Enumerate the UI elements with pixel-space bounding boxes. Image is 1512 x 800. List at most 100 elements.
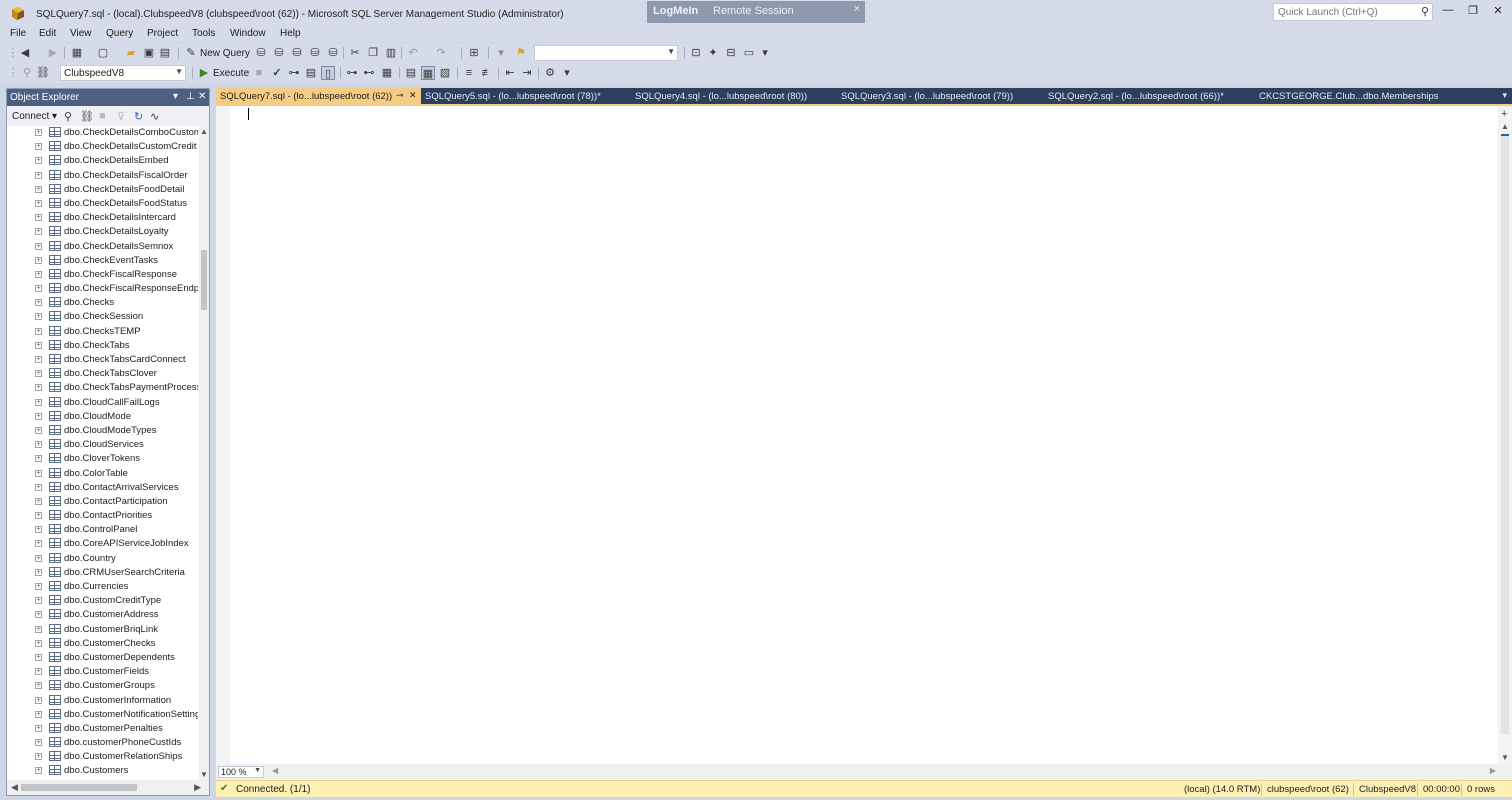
- tree-node-table[interactable]: + dbo.CustomerFields: [7, 665, 199, 679]
- tree-node-table[interactable]: + dbo.CustomerInformation: [7, 694, 199, 708]
- tree-node-table[interactable]: + dbo.CloverTokens: [7, 452, 199, 466]
- tree-node-table[interactable]: + dbo.Currencies: [7, 580, 199, 594]
- expand-icon[interactable]: +: [35, 285, 42, 293]
- add-item-icon[interactable]: ▢: [96, 46, 110, 60]
- properties-wrench-icon[interactable]: ✦: [706, 46, 720, 60]
- pin-tab-icon[interactable]: ⊸: [396, 90, 404, 101]
- object-explorer-vertical-scrollbar[interactable]: ▲ ▼: [199, 126, 209, 780]
- decrease-indent-icon[interactable]: ⇤: [503, 66, 517, 80]
- expand-icon[interactable]: +: [35, 767, 42, 775]
- tree-node-table[interactable]: + dbo.CustomCreditType: [7, 594, 199, 608]
- expand-icon[interactable]: +: [35, 540, 42, 548]
- expand-icon[interactable]: +: [35, 554, 42, 562]
- expand-icon[interactable]: +: [35, 256, 42, 264]
- tree-node-table[interactable]: + dbo.CheckTabsPaymentProcess: [7, 381, 199, 395]
- close-tab-icon[interactable]: ✕: [409, 90, 417, 101]
- tree-node-table[interactable]: + dbo.CheckDetailsFiscalOrder: [7, 169, 199, 183]
- tree-node-table[interactable]: + dbo.CheckDetailsSemnox: [7, 240, 199, 254]
- split-editor-icon[interactable]: +: [1501, 108, 1507, 120]
- expand-icon[interactable]: +: [35, 625, 42, 633]
- tree-node-table[interactable]: + dbo.CustomerBriqLink: [7, 623, 199, 637]
- expand-icon[interactable]: +: [35, 313, 42, 321]
- tree-node-table[interactable]: + dbo.customerPhoneCustIds: [7, 736, 199, 750]
- window-position-icon[interactable]: ▾: [173, 91, 178, 102]
- minimize-button[interactable]: —: [1438, 4, 1458, 20]
- tree-node-table[interactable]: + dbo.CheckDetailsComboCustom: [7, 126, 199, 140]
- menu-project[interactable]: Project: [147, 28, 178, 39]
- tree-node-table[interactable]: + dbo.CheckDetailsCustomCredit: [7, 140, 199, 154]
- expand-icon[interactable]: +: [35, 398, 42, 406]
- connect-object-explorer-icon[interactable]: ⚲: [64, 110, 72, 123]
- tree-node-table[interactable]: + dbo.ContactParticipation: [7, 495, 199, 509]
- analysis-mdx-query-icon[interactable]: ⛁: [272, 46, 286, 60]
- toolbar-options-icon[interactable]: ▾: [758, 46, 772, 60]
- uncomment-lines-icon[interactable]: ≢: [480, 66, 494, 80]
- expand-icon[interactable]: +: [35, 214, 42, 222]
- connect-icon[interactable]: ⚲: [20, 66, 34, 80]
- tab-overflow-icon[interactable]: ▾: [1502, 90, 1507, 101]
- tree-node-table[interactable]: + dbo.CustomerGroups: [7, 679, 199, 693]
- menu-view[interactable]: View: [70, 28, 92, 39]
- tree-node-table[interactable]: + dbo.Country: [7, 552, 199, 566]
- expand-icon[interactable]: +: [35, 157, 42, 165]
- quick-launch[interactable]: ⚲: [1273, 3, 1433, 21]
- expand-icon[interactable]: +: [35, 171, 42, 179]
- close-panel-icon[interactable]: ✕: [198, 91, 206, 102]
- expand-icon[interactable]: +: [35, 441, 42, 449]
- database-engine-query-icon[interactable]: ⛁: [254, 46, 268, 60]
- query-editor[interactable]: + ▲ ▼: [216, 104, 1512, 764]
- expand-icon[interactable]: +: [35, 583, 42, 590]
- forward-icon[interactable]: ▶: [46, 46, 60, 60]
- tree-node-table[interactable]: + dbo.ColorTable: [7, 467, 199, 481]
- object-explorer-horizontal-scrollbar[interactable]: ◀ ▶: [7, 780, 209, 795]
- expand-icon[interactable]: +: [35, 426, 42, 434]
- expand-icon[interactable]: +: [35, 639, 42, 647]
- new-project-icon[interactable]: ▦: [70, 46, 84, 60]
- search-icon[interactable]: ⚲: [1421, 5, 1429, 18]
- expand-icon[interactable]: +: [35, 668, 42, 676]
- menu-file[interactable]: File: [10, 28, 26, 39]
- expand-icon[interactable]: +: [35, 455, 42, 463]
- expand-icon[interactable]: +: [35, 299, 42, 307]
- cancel-execution-icon[interactable]: ■: [252, 66, 266, 80]
- tab-query-4[interactable]: SQLQuery2.sql - (lo...lubspeed\root (66)…: [1044, 88, 1255, 104]
- expand-icon[interactable]: +: [35, 526, 42, 534]
- tree-node-table[interactable]: + dbo.CheckTabs: [7, 339, 199, 353]
- include-actual-plan-icon[interactable]: ⊶: [345, 66, 359, 80]
- tree-node-table[interactable]: + dbo.CustomerDependents: [7, 651, 199, 665]
- expand-icon[interactable]: +: [35, 724, 42, 732]
- scroll-down-icon[interactable]: ▼: [200, 770, 208, 779]
- tree-node-table[interactable]: + dbo.CheckDetailsFoodDetail: [7, 183, 199, 197]
- tab-query-3[interactable]: SQLQuery3.sql - (lo...lubspeed\root (79)…: [837, 88, 1044, 104]
- tree-node-table[interactable]: + dbo.CheckTabsCardConnect: [7, 353, 199, 367]
- tree-node-table[interactable]: + dbo.CustomerNotificationSettings: [7, 708, 199, 722]
- new-query-button[interactable]: New Query: [200, 48, 250, 59]
- expand-icon[interactable]: +: [35, 242, 42, 250]
- solution-config-combo[interactable]: ▼: [534, 45, 678, 61]
- quick-launch-input[interactable]: [1274, 4, 1414, 20]
- cut-icon[interactable]: ✂: [348, 46, 362, 60]
- expand-icon[interactable]: +: [35, 384, 42, 392]
- menu-edit[interactable]: Edit: [39, 28, 56, 39]
- toolbox-icon[interactable]: ⊟: [724, 46, 738, 60]
- parse-checkmark-icon[interactable]: ✓: [270, 66, 284, 80]
- undo-icon[interactable]: ↶: [406, 46, 420, 60]
- expand-icon[interactable]: +: [35, 370, 42, 378]
- tree-node-table[interactable]: + dbo.CheckFiscalResponse: [7, 268, 199, 282]
- tree-node-table[interactable]: + dbo.CoreAPIServiceJobIndex: [7, 537, 199, 551]
- scroll-thumb[interactable]: [1501, 134, 1509, 734]
- tree-node-table[interactable]: + dbo.ContactPriorities: [7, 509, 199, 523]
- debug-dropdown-icon[interactable]: ▾: [494, 46, 508, 60]
- tree-node-table[interactable]: + dbo.CheckEventTasks: [7, 254, 199, 268]
- stop-icon[interactable]: ■: [99, 110, 106, 122]
- tree-node-table[interactable]: + dbo.CheckDetailsFoodStatus: [7, 197, 199, 211]
- results-to-file-icon[interactable]: ▨: [438, 66, 452, 80]
- refresh-icon[interactable]: ↻: [134, 110, 143, 123]
- results-to-grid-icon[interactable]: ▦: [421, 66, 435, 80]
- activity-monitor-icon[interactable]: ∿: [150, 110, 159, 123]
- tree-node-table[interactable]: + dbo.CheckSession: [7, 310, 199, 324]
- menu-query[interactable]: Query: [106, 28, 133, 39]
- zoom-combo[interactable]: 100 % ▼: [218, 766, 264, 778]
- activity-monitor-icon[interactable]: ⊡: [689, 46, 703, 60]
- expand-icon[interactable]: +: [35, 483, 42, 491]
